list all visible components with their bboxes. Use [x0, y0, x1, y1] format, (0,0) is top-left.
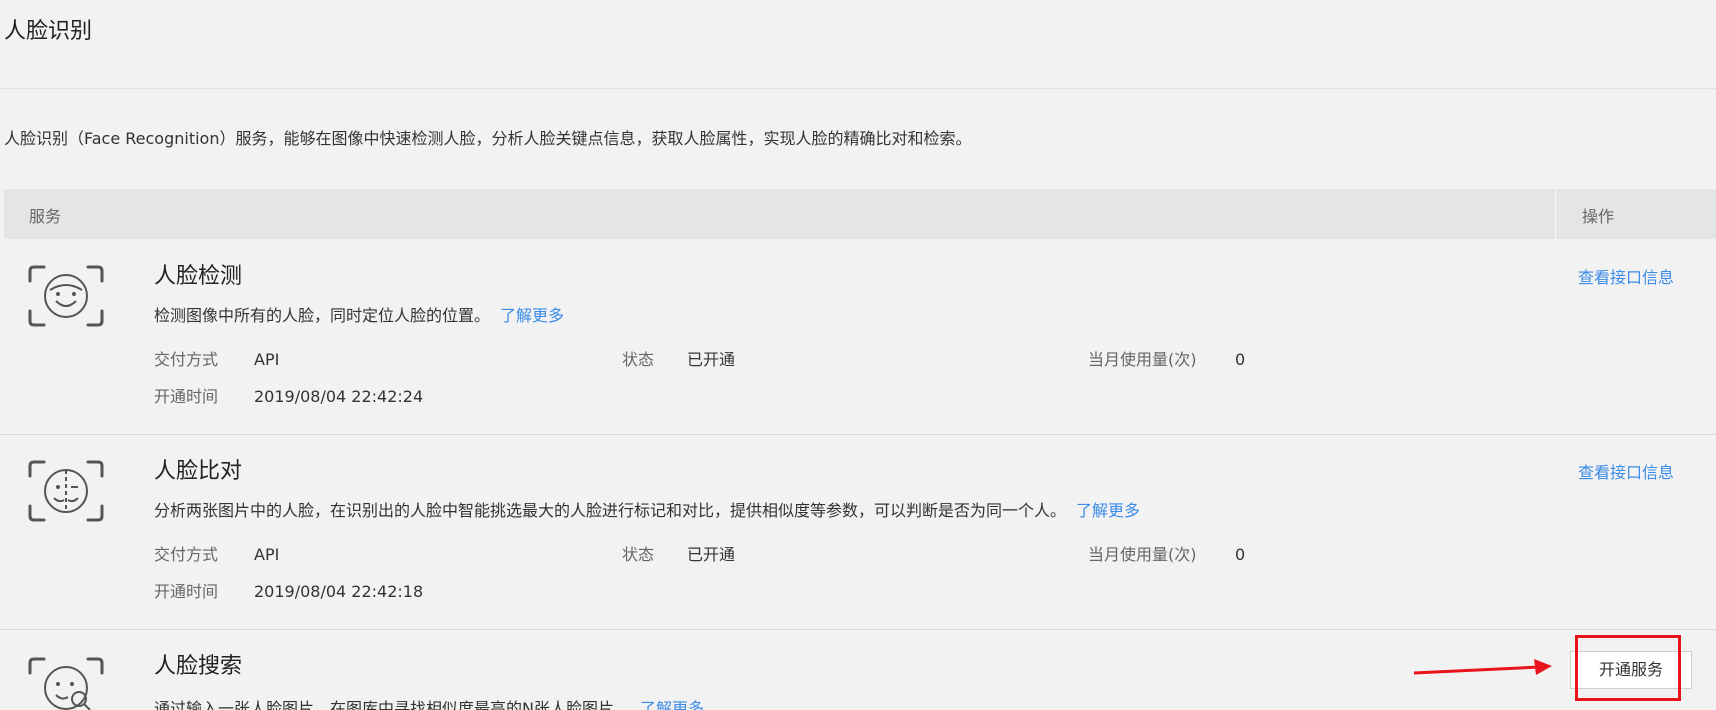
usage-value: 0: [1235, 545, 1246, 564]
status-value: 已开通: [687, 350, 736, 369]
title-divider: [0, 88, 1716, 89]
service-row-face-compare: 人脸比对 分析两张图片中的人脸，在识别出的人脸中智能挑选最大的人脸进行标记和对比…: [0, 435, 1716, 630]
learn-more-link[interactable]: 了解更多: [640, 699, 704, 710]
delivery-value: API: [254, 350, 280, 369]
page-title: 人脸识别: [4, 19, 93, 44]
service-row-face-detect: 人脸检测 检测图像中所有的人脸，同时定位人脸的位置。 了解更多 交付方式 API …: [0, 240, 1716, 435]
service-description-text: 通过输入一张人脸图片，在图库中寻找相似度最高的N张人脸图片。: [154, 699, 630, 710]
face-compare-icon: [28, 460, 104, 522]
page-description: 人脸识别（Face Recognition）服务，能够在图像中快速检测人脸，分析…: [4, 129, 972, 148]
usage-label: 当月使用量(次): [1088, 545, 1197, 564]
delivery-label: 交付方式: [154, 350, 219, 369]
annotation-highlight-box: [1575, 635, 1681, 701]
service-description-text: 检测图像中所有的人脸，同时定位人脸的位置。: [154, 306, 491, 325]
annotation-arrow-icon: [1413, 659, 1552, 675]
status-label: 状态: [622, 350, 655, 369]
column-divider: [1555, 189, 1556, 239]
service-description-text: 分析两张图片中的人脸，在识别出的人脸中智能挑选最大的人脸进行标记和对比，提供相似…: [154, 501, 1067, 520]
service-name: 人脸检测: [154, 264, 243, 289]
status-label: 状态: [622, 545, 655, 564]
table-header: 服务 操作: [4, 189, 1716, 239]
column-header-action: 操作: [1582, 207, 1615, 226]
face-smile-icon: [28, 265, 104, 327]
open-time-label: 开通时间: [154, 582, 219, 601]
status-value: 已开通: [687, 545, 736, 564]
open-time-value: 2019/08/04 22:42:24: [254, 387, 424, 406]
service-name: 人脸搜索: [154, 654, 243, 679]
open-time-value: 2019/08/04 22:42:18: [254, 582, 424, 601]
service-description: 检测图像中所有的人脸，同时定位人脸的位置。 了解更多: [154, 304, 564, 328]
delivery-label: 交付方式: [154, 545, 219, 564]
service-name: 人脸比对: [154, 459, 243, 484]
face-search-icon: [28, 657, 104, 710]
service-description: 分析两张图片中的人脸，在识别出的人脸中智能挑选最大的人脸进行标记和对比，提供相似…: [154, 499, 1140, 523]
view-api-info-link[interactable]: 查看接口信息: [1578, 264, 1674, 288]
column-header-service: 服务: [29, 207, 62, 226]
usage-label: 当月使用量(次): [1088, 350, 1197, 369]
view-api-info-link[interactable]: 查看接口信息: [1578, 459, 1674, 483]
usage-value: 0: [1235, 350, 1246, 369]
page: 人脸识别 人脸识别（Face Recognition）服务，能够在图像中快速检测…: [0, 0, 1716, 710]
delivery-value: API: [254, 545, 280, 564]
service-description: 通过输入一张人脸图片，在图库中寻找相似度最高的N张人脸图片。 了解更多: [154, 697, 704, 710]
learn-more-link[interactable]: 了解更多: [1076, 501, 1140, 520]
open-time-label: 开通时间: [154, 387, 219, 406]
learn-more-link[interactable]: 了解更多: [500, 306, 564, 325]
